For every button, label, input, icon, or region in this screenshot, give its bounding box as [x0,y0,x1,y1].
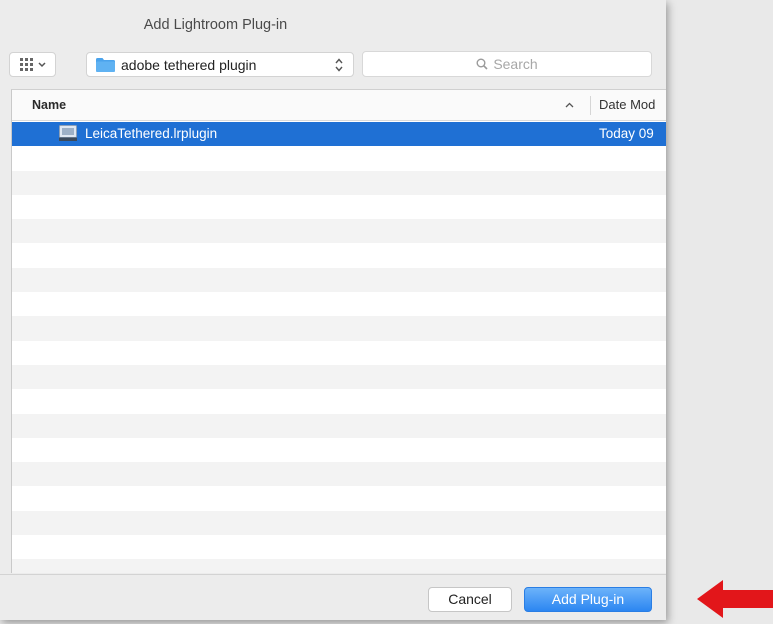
empty-row [12,559,666,573]
column-name[interactable]: Name [32,90,66,120]
file-list: LeicaTethered.lrplugin Today 09 [12,122,666,573]
file-name: LeicaTethered.lrplugin [85,126,218,141]
search-icon [476,58,488,70]
empty-row [12,535,666,559]
stepper-icon [335,58,343,72]
location-popup[interactable]: adobe tethered plugin [86,52,354,77]
red-arrow-icon [697,580,773,618]
empty-row [12,292,666,316]
dialog-title: Add Lightroom Plug-in [143,17,288,33]
add-plugin-dialog: Add Lightroom Plug-in adobe tethered plu… [0,0,666,620]
empty-row [12,219,666,244]
empty-row [12,413,666,438]
search-field[interactable]: Search [362,51,652,77]
add-plugin-button[interactable]: Add Plug-in [524,587,652,612]
empty-row [12,364,666,390]
cancel-button[interactable]: Cancel [428,587,512,612]
file-date: Today 09 [599,126,654,141]
empty-row [12,462,666,487]
search-placeholder: Search [493,56,538,72]
empty-row [12,389,666,413]
sort-ascending-icon[interactable] [565,102,574,108]
dialog-footer: Cancel Add Plug-in [0,574,666,620]
empty-row [12,341,666,365]
empty-row [12,267,666,293]
empty-row [12,195,666,219]
chevron-down-icon [37,61,46,67]
empty-row [12,316,666,341]
location-label: adobe tethered plugin [121,56,257,73]
folder-icon [96,57,115,72]
empty-row [12,146,666,170]
empty-row [12,486,666,510]
grid-icon [19,57,33,71]
file-browser[interactable]: Name Date Mod LeicaTethered.lrplugin Tod… [11,89,666,573]
empty-row [12,243,666,267]
column-header: Name Date Mod [12,90,666,121]
column-divider [590,96,591,115]
empty-row [12,438,666,462]
column-date-modified[interactable]: Date Mod [599,90,655,120]
view-mode-button[interactable] [9,52,56,77]
file-row-leica-tethered[interactable]: LeicaTethered.lrplugin Today 09 [12,122,666,147]
empty-row [12,170,666,195]
empty-row [12,510,666,536]
plugin-file-icon [59,125,77,141]
